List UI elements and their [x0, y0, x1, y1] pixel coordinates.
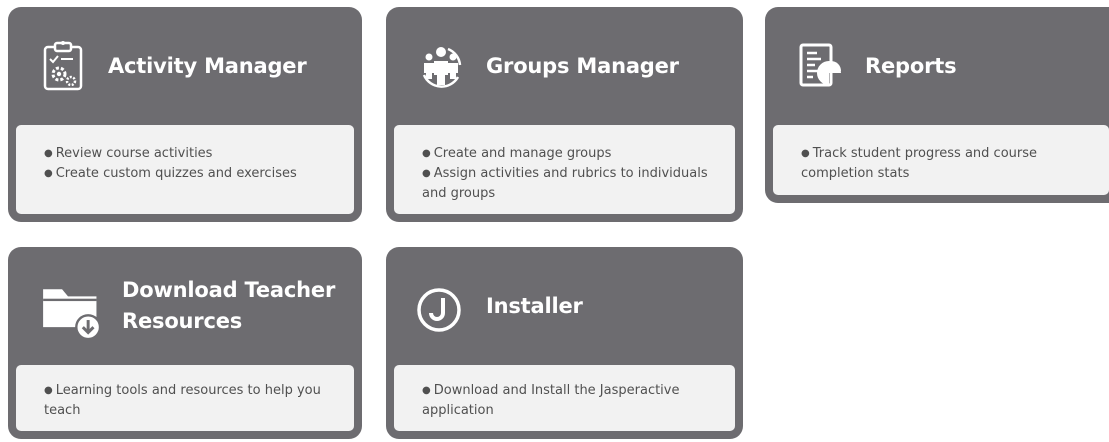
- bullet-icon: ●: [801, 148, 810, 159]
- tile-title: Activity Manager: [108, 53, 307, 78]
- list-item: ● Review course activities: [44, 146, 213, 161]
- bullet-icon: ●: [44, 168, 53, 179]
- bullet-icon: ●: [422, 168, 431, 179]
- bullet-icon: ●: [44, 385, 53, 396]
- report-chart-icon: [799, 43, 841, 87]
- list-item: ● Assign activities and rubrics to indivi…: [422, 166, 708, 201]
- list-item: ● Create and manage groups: [422, 146, 612, 161]
- tile-header: Groups Manager: [386, 7, 743, 125]
- tile-title: Installer: [486, 293, 583, 318]
- people-group-icon: [422, 47, 462, 88]
- tile-header: Reports: [765, 7, 1109, 125]
- tile-title: Download Teacher Resources: [122, 278, 336, 333]
- tile-title: Reports: [865, 53, 957, 78]
- j-circle-icon: [417, 288, 461, 332]
- reports-tile[interactable]: Reports ● Track student progress and cour…: [765, 7, 1109, 203]
- list-item: ● Track student progress and course compl…: [801, 146, 1038, 181]
- installer-tile[interactable]: Installer ● Download and Install the Jasp…: [386, 247, 743, 439]
- tile-header: Installer: [386, 247, 743, 365]
- tile-description: ● Review course activities ● Create custom…: [16, 125, 354, 214]
- tile-title: Groups Manager: [486, 53, 679, 78]
- tile-description: ● Download and Install the Jasperactive a…: [394, 365, 735, 431]
- list-item: ● Download and Install the Jasperactive a…: [422, 383, 680, 418]
- tile-description: ● Create and manage groups ● Assign activi…: [394, 125, 735, 214]
- tile-header: Activity Manager: [8, 7, 362, 125]
- groups-manager-tile[interactable]: Groups Manager ● Create and manage groups…: [386, 7, 743, 222]
- tile-header: Download Teacher Resources: [8, 247, 362, 365]
- list-item: ● Create custom quizzes and exercises: [44, 166, 297, 181]
- bullet-icon: ●: [422, 148, 431, 159]
- tile-description: ● Learning tools and resources to help yo…: [16, 365, 354, 431]
- download-teacher-resources-tile[interactable]: Download Teacher Resources ● Learning too…: [8, 247, 362, 439]
- list-item: ● Learning tools and resources to help yo…: [44, 383, 321, 418]
- bullet-icon: ●: [44, 148, 53, 159]
- tile-description: ● Track student progress and course compl…: [773, 125, 1109, 195]
- clipboard-gears-icon: [43, 41, 83, 91]
- activity-manager-tile[interactable]: Activity Manager ● Review course activiti…: [8, 7, 362, 222]
- folder-download-icon: [43, 289, 100, 339]
- bullet-icon: ●: [422, 385, 431, 396]
